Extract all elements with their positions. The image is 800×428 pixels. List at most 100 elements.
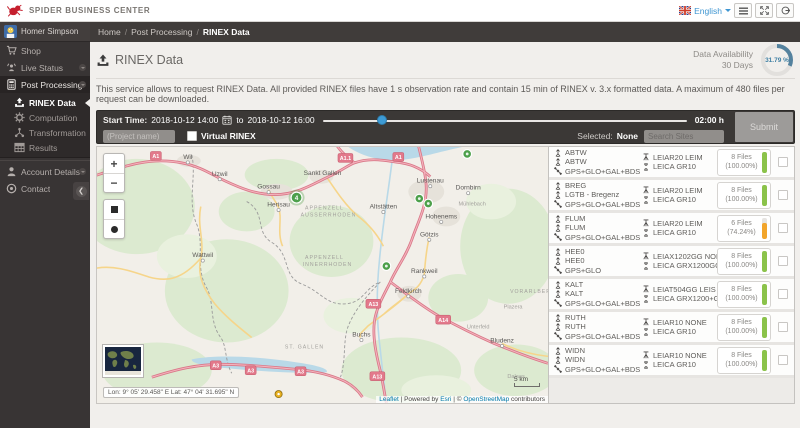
sidebar-collapse-button[interactable]: ❮ — [73, 182, 89, 200]
menu-toggle-button[interactable] — [734, 3, 752, 18]
station-icon — [554, 323, 562, 331]
satellite-icon — [554, 365, 562, 374]
station-marker[interactable] — [381, 261, 392, 272]
start-time-value[interactable]: 2018-10-12 14:00 — [151, 115, 218, 125]
sidebar-subitem-rinex-data[interactable]: RINEX Data — [0, 95, 90, 110]
post-processing-icon — [6, 79, 17, 90]
sidebar-subitem-computation[interactable]: Computation — [0, 110, 90, 125]
time-range-slider[interactable] — [322, 115, 687, 125]
map-label: Dornbirn — [456, 185, 482, 192]
end-time-value[interactable]: 2018-10-12 16:00 — [247, 115, 314, 125]
overview-minimap[interactable] — [102, 344, 144, 378]
availability-bar — [762, 250, 767, 272]
duration-value: 02:00 h — [694, 115, 724, 125]
map-label: AUSSERRHODEN — [301, 212, 357, 218]
map-label: APPENZELL — [305, 255, 344, 261]
road-badge: A13 — [365, 299, 382, 309]
user-profile[interactable]: Homer Simpson — [0, 22, 90, 42]
zoom-out-button[interactable]: − — [104, 173, 124, 192]
satellite-icon — [554, 266, 562, 275]
language-label: English — [694, 5, 722, 16]
language-selector[interactable]: English — [679, 6, 731, 16]
breadcrumb-section[interactable]: Post Processing — [131, 27, 192, 37]
user-name: Homer Simpson — [21, 27, 79, 36]
receiver-icon — [642, 196, 650, 204]
station-icon — [554, 191, 562, 199]
map[interactable]: Wil Uzwil Gossau Sankt Gallen Herisau Wattwil… — [96, 146, 548, 404]
station-checkbox[interactable] — [778, 355, 788, 365]
map-label: Hohenems — [425, 213, 457, 220]
station-checkbox[interactable] — [778, 190, 788, 200]
map-scale: 5 km — [514, 376, 540, 387]
station-checkbox[interactable] — [778, 322, 788, 332]
sidebar-subitem-results[interactable]: Results — [0, 140, 90, 155]
availability-bar — [762, 184, 767, 206]
results-icon — [14, 142, 25, 153]
road-badge: A3 — [244, 365, 257, 375]
search-sites-input[interactable] — [644, 129, 724, 143]
road-badge: A3 — [209, 360, 222, 371]
town-dot — [200, 258, 205, 263]
availability-bar — [762, 316, 767, 338]
page-title: RINEX Data — [115, 53, 184, 67]
submit-button[interactable]: Submit — [735, 112, 793, 142]
circle-select-button[interactable] — [104, 219, 124, 238]
sidebar-item-account-details[interactable]: Account Details — [0, 163, 90, 180]
station-checkbox[interactable] — [778, 256, 788, 266]
station-icon — [554, 247, 562, 256]
sidebar-item-post-processing[interactable]: Post Processing — [0, 76, 90, 93]
map-label: Wattwil — [192, 252, 213, 259]
station-icon — [554, 313, 562, 322]
station-marker[interactable] — [462, 148, 473, 159]
calendar-icon[interactable] — [222, 115, 232, 125]
project-name-input[interactable] — [103, 129, 175, 143]
town-dot — [276, 208, 281, 212]
map-label: ST. GALLEN — [285, 344, 324, 350]
station-icon — [554, 257, 562, 265]
map-attribution: Leaflet | Powered by Esri | © OpenStreet… — [376, 396, 548, 403]
satellite-icon — [554, 200, 562, 209]
road-badge: A3 — [294, 366, 307, 376]
fullscreen-button[interactable] — [755, 3, 773, 18]
station-checkbox[interactable] — [778, 223, 788, 233]
sidebar-item-live-status[interactable]: Live Status — [0, 59, 90, 76]
station-checkbox[interactable] — [778, 157, 788, 167]
slider-handle[interactable] — [377, 115, 388, 125]
station-marker[interactable] — [274, 390, 283, 399]
svg-text:A1: A1 — [395, 155, 402, 161]
road-badge: A14 — [435, 314, 451, 325]
town-dot — [427, 237, 432, 242]
sidebar-item-shop[interactable]: Shop — [0, 42, 90, 59]
svg-text:A3: A3 — [212, 363, 219, 369]
satellite-icon — [554, 167, 562, 176]
user-avatar — [4, 25, 17, 38]
map-label: Herisau — [267, 202, 290, 209]
collapse-arrow-icon: ❮ — [75, 185, 87, 197]
virtual-rinex-checkbox[interactable] — [187, 131, 197, 141]
service-description: This service allows to request RINEX Dat… — [96, 78, 795, 110]
road-badge: A1 — [150, 151, 162, 161]
map-label: INNERRHODEN — [303, 262, 352, 268]
topbar: SPIDER BUSINESS CENTER English — [0, 0, 800, 22]
brand-title: SPIDER BUSINESS CENTER — [29, 6, 151, 15]
station-cluster-marker[interactable]: 4 — [288, 189, 305, 206]
town-dot — [359, 338, 364, 342]
station-marker[interactable] — [423, 198, 434, 209]
sidebar-subitem-transformation[interactable]: Transformation — [0, 125, 90, 140]
breadcrumb-home[interactable]: Home — [98, 27, 121, 37]
logout-button[interactable] — [776, 3, 794, 18]
svg-text:A1.1: A1.1 — [340, 156, 351, 162]
svg-text:A13: A13 — [368, 302, 378, 308]
availability-label: Data Availability — [693, 48, 753, 59]
rectangle-select-button[interactable] — [104, 200, 124, 219]
town-dot — [185, 160, 190, 165]
road-badge: A1 — [392, 152, 405, 162]
station-checkbox[interactable] — [778, 289, 788, 299]
brand-logo-icon — [6, 3, 24, 18]
file-availability-card: 8 Files (100.00%) — [717, 346, 771, 374]
language-flag-icon — [679, 6, 692, 15]
station-marker[interactable] — [414, 193, 425, 204]
receiver-icon — [642, 229, 650, 237]
breadcrumb-current: RINEX Data — [202, 27, 250, 37]
zoom-in-button[interactable]: + — [104, 154, 124, 173]
